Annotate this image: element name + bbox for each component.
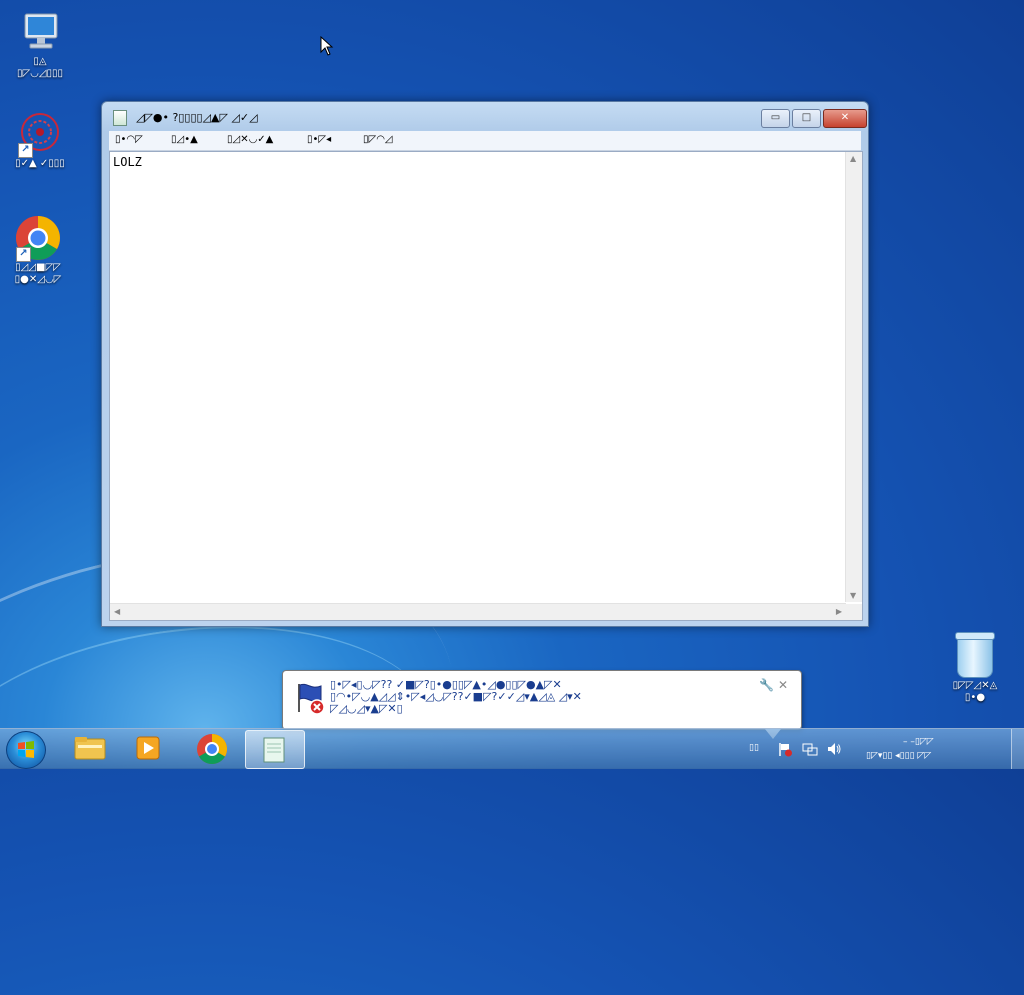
- chrome-icon: ↗: [14, 214, 62, 262]
- balloon-close-button[interactable]: ✕: [778, 678, 788, 692]
- action-center-icon[interactable]: [777, 741, 793, 757]
- wrench-icon[interactable]: 🔧: [759, 678, 774, 692]
- notification-balloon[interactable]: ▯•◸◂▯◡◸?? ✓■◸?▯•●▯▯◸▲•◿●▯▯◸●▲◸✕ ▯◠•◸◡▲◿◿…: [282, 670, 802, 739]
- window-title: ◿◸●• ?▯▯▯▯◿▲◸ ◿✓◿: [136, 111, 258, 124]
- shortcut-arrow-icon: ↗: [16, 247, 31, 262]
- computer-icon: [16, 8, 64, 56]
- scroll-down-icon[interactable]: ▼: [850, 591, 856, 600]
- desktop-icon-label: ▯◸◸◿✕◬ ▯•●: [952, 680, 998, 703]
- show-desktop-button[interactable]: [1011, 729, 1024, 769]
- taskbar-notepad[interactable]: [245, 730, 305, 769]
- taskbar-media-player[interactable]: [120, 730, 178, 767]
- app-icon: ↗: [16, 110, 64, 158]
- chrome-icon: [197, 734, 228, 765]
- menu-format[interactable]: ▯◿✕◡✓▲: [227, 134, 273, 145]
- menu-bar: ▯•◠◸ ▯◿•▲ ▯◿✕◡✓▲ ▯•◸◂ ▯◸◠◿: [109, 131, 861, 151]
- desktop-icon-label: ▯✓▲ ✓▯▯▯: [15, 158, 65, 169]
- language-indicator[interactable]: ▯▯: [749, 743, 759, 753]
- desktop-icon-computer[interactable]: ▯◬ ▯◸◡◿▯▯▯: [2, 8, 78, 80]
- minimize-button[interactable]: ▭: [761, 109, 790, 128]
- text-editor[interactable]: LOLZ ▲ ▼ ◀ ▶: [109, 151, 863, 621]
- recycle-bin-icon: [951, 632, 999, 680]
- desktop-icon-label: ▯◿◿■◸◸ ▯●✕◿◡◸: [14, 262, 62, 285]
- horizontal-scrollbar[interactable]: ◀ ▶: [110, 603, 846, 620]
- menu-view[interactable]: ▯•◸◂: [307, 134, 331, 145]
- scroll-right-icon[interactable]: ▶: [836, 607, 842, 616]
- taskbar: ▯▯ – –▯◸◸ ▯◸▾▯▯ ◂▯▯▯ ◸◸: [0, 728, 1024, 769]
- notepad-window: ◿◸●• ?▯▯▯▯◿▲◸ ◿✓◿ ▭ □ ✕ ▯•◠◸ ▯◿•▲ ▯◿✕◡✓▲…: [101, 101, 869, 627]
- menu-file[interactable]: ▯•◠◸: [115, 134, 143, 145]
- shortcut-arrow-icon: ↗: [18, 143, 33, 158]
- start-button[interactable]: [6, 731, 46, 769]
- desktop-icon-recycle-bin[interactable]: ▯◸◸◿✕◬ ▯•●: [937, 632, 1013, 704]
- action-center-flag-icon: [293, 681, 327, 715]
- desktop-icon-app[interactable]: ↗ ▯✓▲ ✓▯▯▯: [2, 110, 78, 170]
- vertical-scrollbar[interactable]: ▲ ▼: [845, 152, 862, 602]
- clock-date[interactable]: ▯◸▾▯▯ ◂▯▯▯ ◸◸: [866, 751, 931, 761]
- resize-grip[interactable]: [846, 604, 862, 620]
- scroll-up-icon[interactable]: ▲: [850, 154, 856, 163]
- taskbar-explorer[interactable]: [61, 730, 119, 767]
- taskbar-chrome[interactable]: [183, 730, 241, 767]
- network-icon[interactable]: [802, 741, 818, 757]
- balloon-message: ▯•◸◂▯◡◸?? ✓■◸?▯•●▯▯◸▲•◿●▯▯◸●▲◸✕ ▯◠•◸◡▲◿◿…: [330, 678, 582, 715]
- maximize-button[interactable]: □: [792, 109, 821, 128]
- notepad-icon: [113, 110, 127, 126]
- volume-icon[interactable]: [826, 741, 842, 757]
- scroll-left-icon[interactable]: ◀: [114, 607, 120, 616]
- clock-time[interactable]: – –▯◸◸: [903, 737, 934, 747]
- windows-logo-icon: [18, 741, 34, 758]
- mouse-cursor-icon: [320, 36, 334, 56]
- menu-edit[interactable]: ▯◿•▲: [171, 134, 198, 145]
- menu-help[interactable]: ▯◸◠◿: [363, 134, 393, 145]
- title-bar[interactable]: ◿◸●• ?▯▯▯▯◿▲◸ ◿✓◿ ▭ □ ✕: [102, 102, 868, 130]
- notepad-icon: [263, 737, 285, 763]
- folder-icon: [74, 737, 106, 760]
- desktop-icon-label: ▯◬ ▯◸◡◿▯▯▯: [16, 56, 64, 79]
- media-player-icon: [136, 736, 160, 760]
- close-button[interactable]: ✕: [823, 109, 867, 128]
- desktop-icon-chrome[interactable]: ↗ ▯◿◿■◸◸ ▯●✕◿◡◸: [0, 214, 76, 286]
- editor-content[interactable]: LOLZ: [113, 155, 142, 169]
